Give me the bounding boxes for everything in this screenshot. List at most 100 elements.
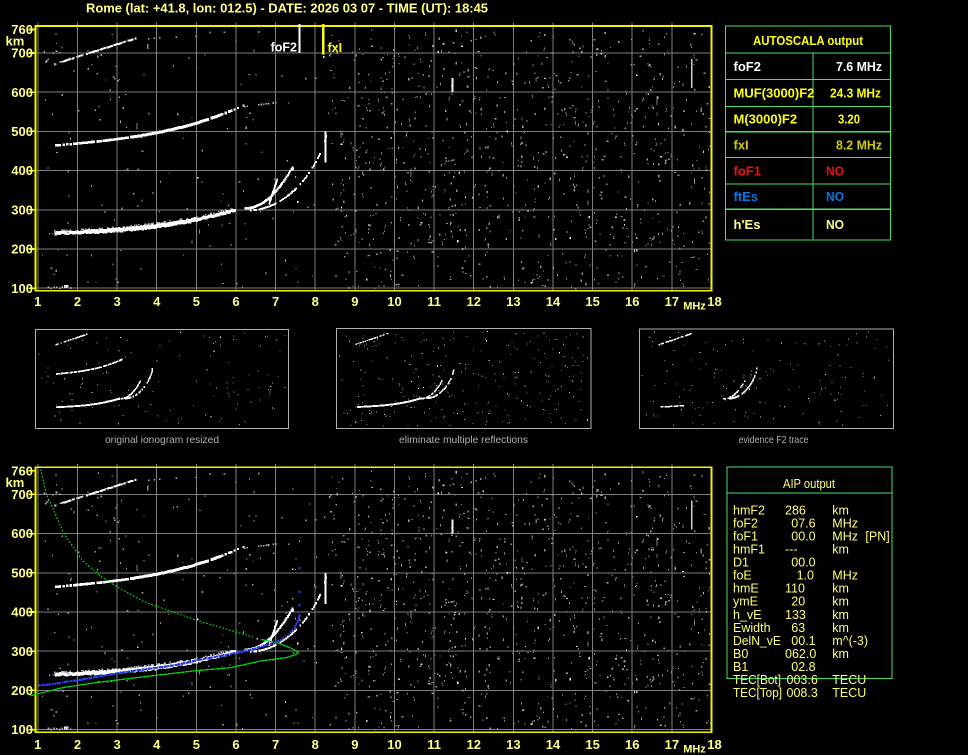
svg-text:hmF2: hmF2	[733, 504, 765, 518]
svg-text:008.3: 008.3	[787, 686, 818, 700]
svg-text:12: 12	[466, 737, 480, 752]
svg-text:400: 400	[11, 163, 33, 178]
svg-text:02.8: 02.8	[791, 660, 815, 674]
svg-text:15: 15	[585, 294, 599, 309]
svg-text:6: 6	[232, 294, 239, 309]
svg-text:9: 9	[351, 737, 358, 752]
svg-text:13: 13	[506, 737, 520, 752]
svg-text:2: 2	[74, 294, 81, 309]
svg-text:AIP output: AIP output	[783, 477, 835, 491]
svg-text:TEC[Top]: TEC[Top]	[733, 686, 782, 700]
svg-text:3: 3	[113, 294, 120, 309]
svg-text:hmF1: hmF1	[733, 543, 765, 557]
svg-text:300: 300	[11, 644, 33, 659]
svg-text:24.3 MHz: 24.3 MHz	[830, 86, 881, 101]
svg-text:8: 8	[312, 737, 319, 752]
svg-text:TEC[Bot]: TEC[Bot]	[733, 673, 781, 687]
svg-text:Rome (lat: +41.8, lon: 012.5): Rome (lat: +41.8, lon: 012.5) - DATE: 20…	[86, 1, 488, 15]
svg-text:8: 8	[312, 294, 319, 309]
svg-text:foF2: foF2	[733, 517, 758, 531]
svg-text:km: km	[6, 34, 25, 49]
svg-text:5: 5	[193, 737, 200, 752]
svg-text:00.1: 00.1	[791, 634, 815, 648]
svg-text:63: 63	[791, 621, 805, 635]
svg-text:MHz: MHz	[832, 569, 858, 583]
svg-text:km: km	[832, 647, 849, 661]
svg-text:fxI: fxI	[734, 137, 749, 152]
svg-text:500: 500	[11, 124, 33, 139]
svg-text:foF1: foF1	[733, 530, 758, 544]
svg-text:km: km	[832, 582, 849, 596]
svg-text:NO: NO	[826, 217, 844, 232]
svg-text:original ionogram resized: original ionogram resized	[105, 434, 219, 446]
svg-text:MHz: MHz	[832, 517, 858, 531]
svg-text:11: 11	[427, 737, 441, 752]
svg-text:062.0: 062.0	[785, 647, 816, 661]
svg-text:14: 14	[546, 294, 561, 309]
svg-text:12: 12	[466, 294, 480, 309]
svg-text:---: ---	[785, 543, 798, 557]
svg-text:D1: D1	[733, 556, 749, 570]
svg-text:km: km	[832, 608, 849, 622]
svg-text:110: 110	[785, 582, 805, 596]
svg-text:AUTOSCALA output: AUTOSCALA output	[753, 33, 864, 48]
svg-text:MHz: MHz	[683, 301, 706, 313]
svg-text:8.2 MHz: 8.2 MHz	[836, 137, 882, 152]
svg-text:evidence F2 trace: evidence F2 trace	[739, 434, 809, 446]
svg-text:400: 400	[11, 605, 33, 620]
svg-text:MHz: MHz	[683, 744, 706, 755]
svg-text:1: 1	[34, 294, 41, 309]
svg-text:17: 17	[665, 294, 679, 309]
svg-text:6: 6	[232, 737, 239, 752]
svg-text:foE: foE	[733, 569, 752, 583]
svg-text:TECU: TECU	[832, 673, 866, 687]
svg-text:11: 11	[427, 294, 441, 309]
svg-text:003.6: 003.6	[787, 673, 818, 687]
svg-text:Ewidth: Ewidth	[733, 621, 771, 635]
svg-text:TECU: TECU	[832, 686, 866, 700]
svg-text:km: km	[6, 475, 25, 490]
svg-text:200: 200	[11, 242, 33, 257]
svg-text:foF1: foF1	[734, 163, 761, 178]
svg-text:B1: B1	[733, 660, 748, 674]
svg-text:km: km	[832, 543, 849, 557]
svg-text:18: 18	[707, 294, 721, 309]
svg-text:7: 7	[272, 294, 279, 309]
svg-text:foF2: foF2	[271, 41, 297, 55]
svg-text:m^(-3): m^(-3)	[832, 634, 868, 648]
svg-text:5: 5	[193, 294, 200, 309]
svg-text:3: 3	[113, 737, 120, 752]
svg-text:100: 100	[11, 281, 33, 296]
svg-text:km: km	[832, 504, 849, 518]
svg-text:20: 20	[791, 595, 805, 609]
svg-text:eliminate multiple reflections: eliminate multiple reflections	[399, 434, 528, 446]
svg-text:07.6: 07.6	[791, 517, 815, 531]
svg-text:2: 2	[74, 737, 81, 752]
svg-text:18: 18	[707, 737, 721, 752]
svg-text:286: 286	[785, 504, 806, 518]
svg-text:DelN_vE: DelN_vE	[733, 634, 781, 648]
svg-text:4: 4	[153, 737, 161, 752]
svg-text:hmE: hmE	[733, 582, 759, 596]
svg-text:500: 500	[11, 565, 33, 580]
svg-text:7.6 MHz: 7.6 MHz	[836, 59, 882, 74]
svg-text:MUF(3000)F2: MUF(3000)F2	[734, 86, 815, 101]
svg-text:16: 16	[625, 737, 639, 752]
svg-text:00.0: 00.0	[791, 530, 815, 544]
svg-text:M(3000)F2: M(3000)F2	[734, 112, 798, 127]
svg-text:10: 10	[387, 294, 401, 309]
svg-text:15: 15	[585, 737, 599, 752]
svg-text:133: 133	[785, 608, 806, 622]
svg-text:7: 7	[272, 737, 279, 752]
svg-text:10: 10	[387, 737, 401, 752]
svg-text:16: 16	[625, 294, 639, 309]
svg-text:100: 100	[11, 722, 33, 737]
svg-text:km: km	[832, 595, 849, 609]
svg-text:4: 4	[153, 294, 161, 309]
svg-text:fxI: fxI	[328, 41, 343, 55]
svg-text:1: 1	[34, 737, 41, 752]
svg-text:200: 200	[11, 683, 33, 698]
svg-text:3.20: 3.20	[838, 112, 860, 127]
svg-text:600: 600	[11, 526, 33, 541]
svg-text:1.0: 1.0	[797, 569, 814, 583]
